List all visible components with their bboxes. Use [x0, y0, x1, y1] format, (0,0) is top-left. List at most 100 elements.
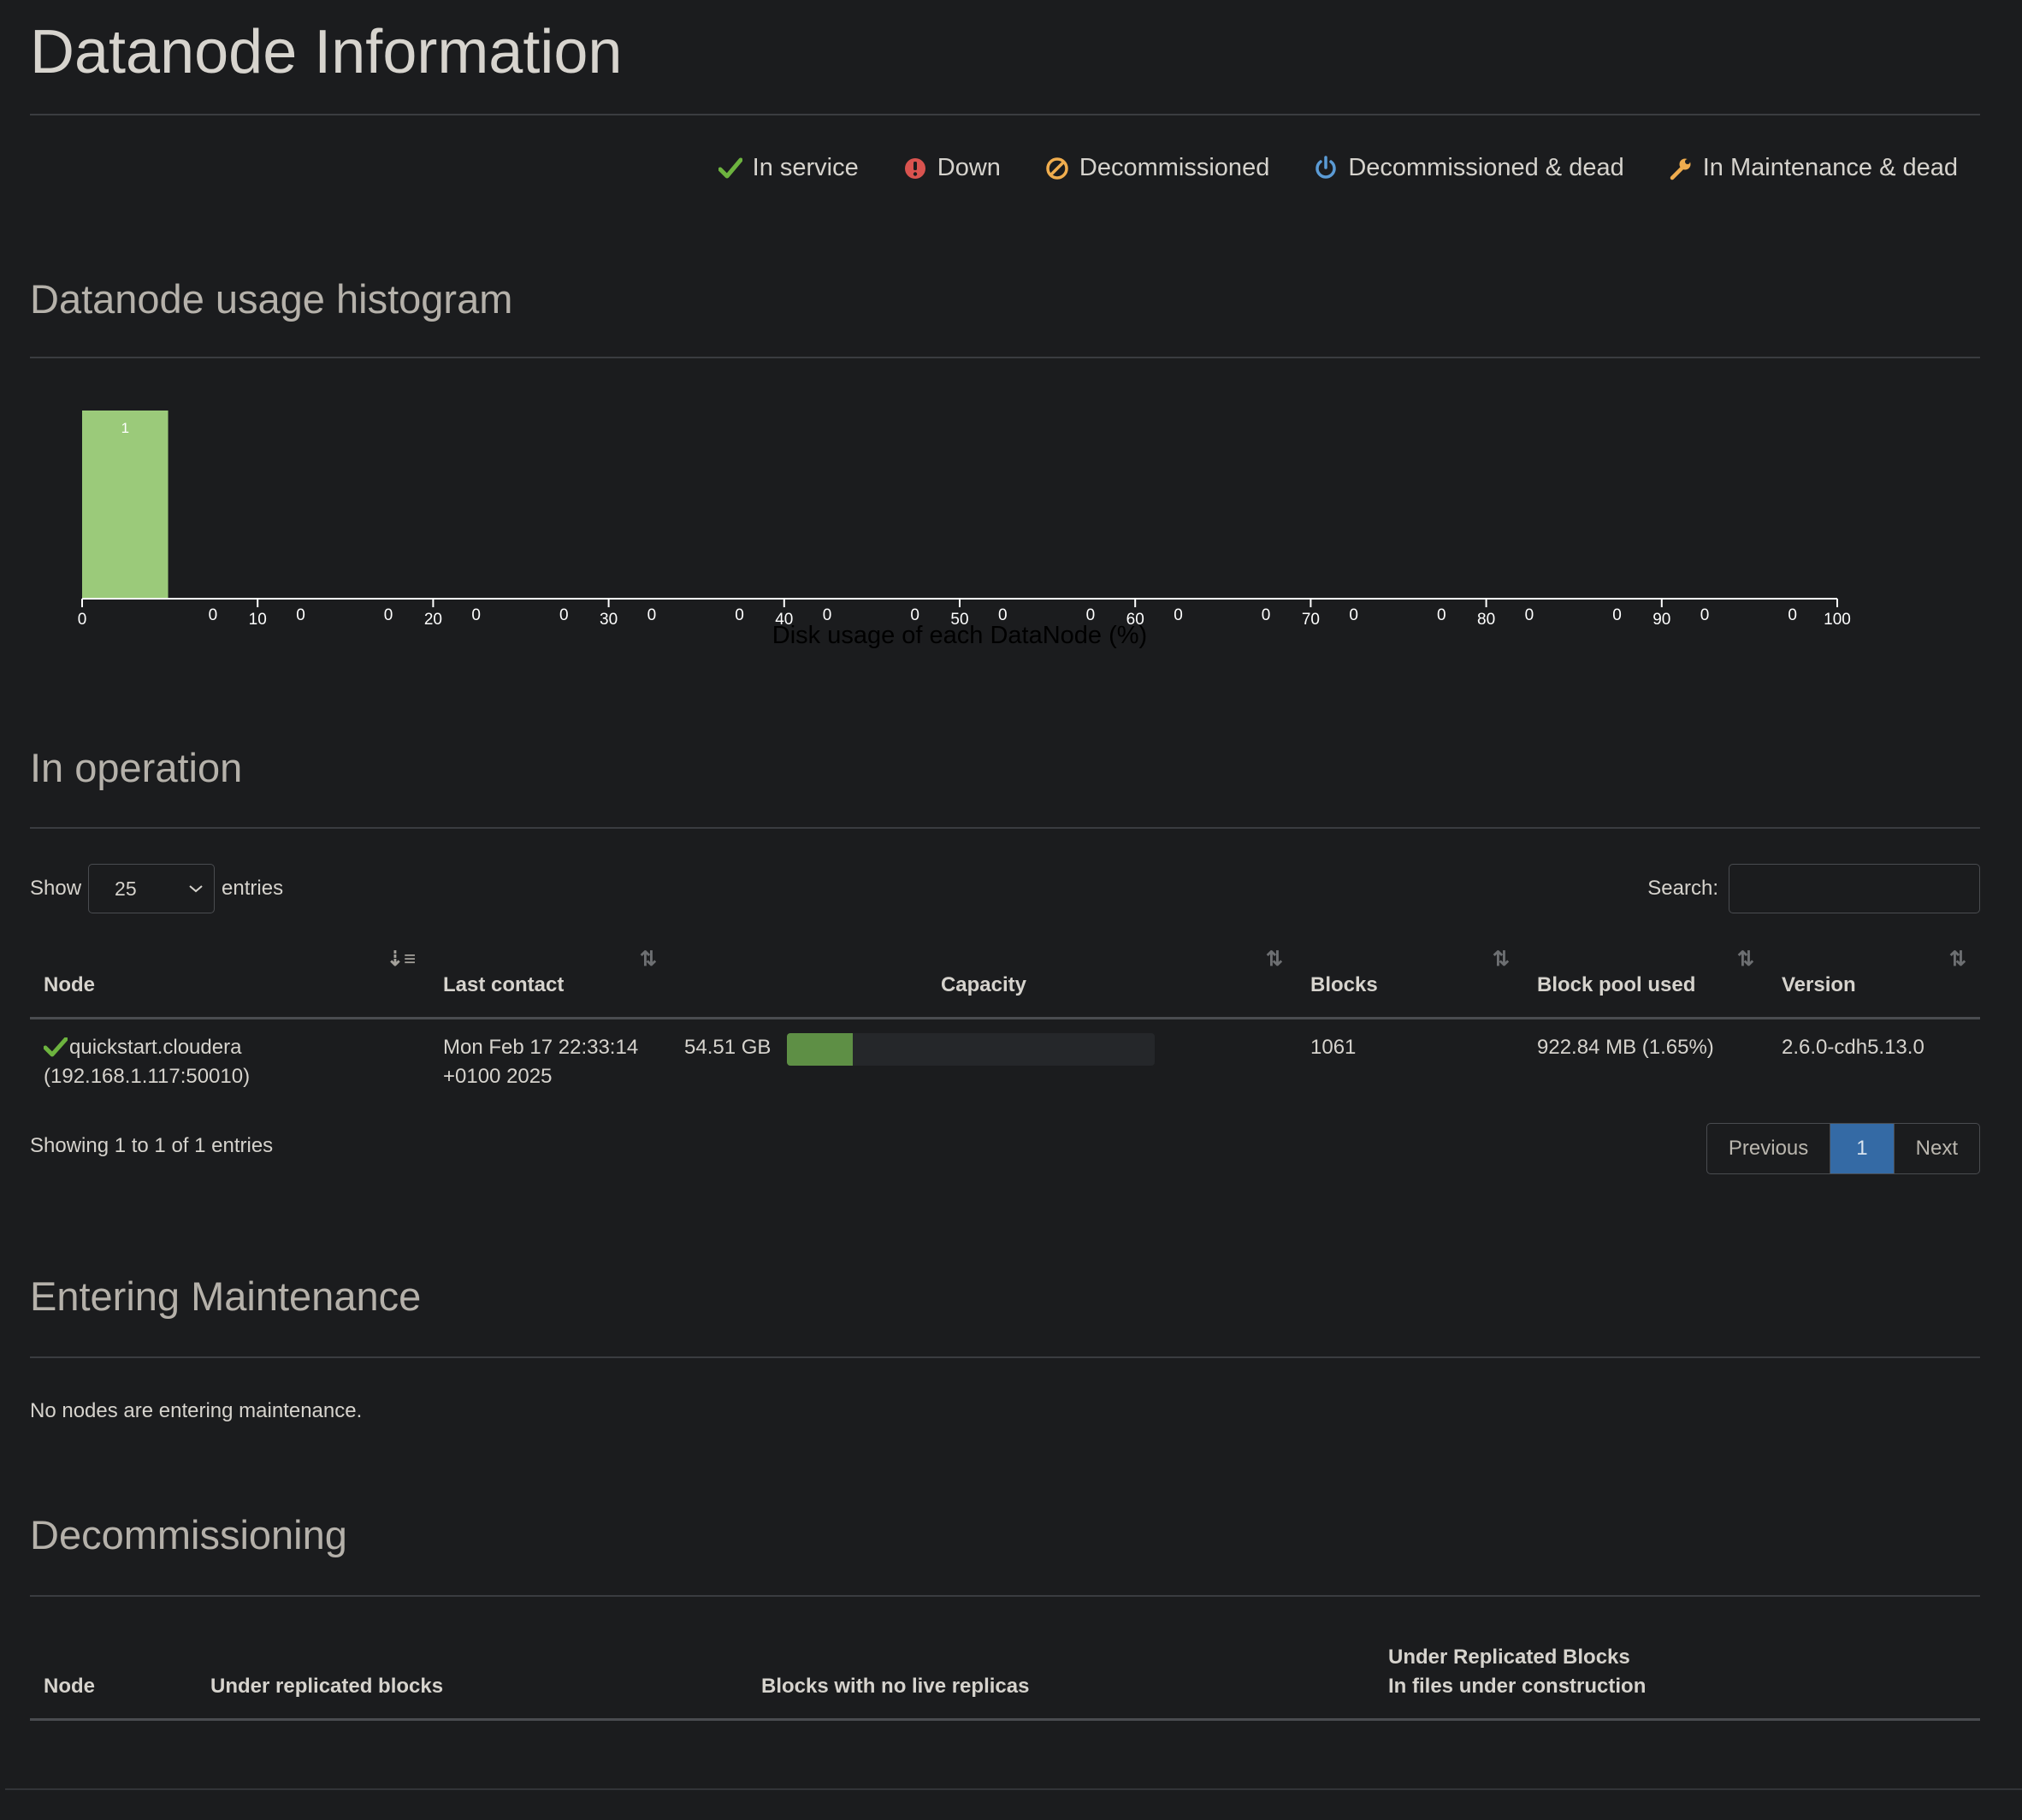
bar-value-label: 0: [1262, 606, 1271, 624]
legend-label: In service: [752, 154, 859, 181]
entries-label: entries: [222, 877, 284, 900]
column-last-contact[interactable]: Last contact ⇅: [429, 937, 671, 1019]
column-version[interactable]: Version ⇅: [1768, 937, 1980, 1019]
ban-icon: [1046, 157, 1068, 180]
x-tick-label: 10: [249, 611, 267, 629]
legend-label: Down: [937, 154, 1001, 181]
table-header-row: Node Under replicated blocks Blocks with…: [30, 1634, 1980, 1721]
decommissioning-title: Decommissioning: [30, 1512, 347, 1557]
table-header-row: Node ⇣≡ Last contact ⇅ Capacity ⇅ Blocks…: [30, 937, 1980, 1019]
legend-label: Decommissioned & dead: [1348, 154, 1624, 181]
bar-value-label: 0: [471, 606, 481, 624]
bar-value-label: 0: [1174, 606, 1183, 624]
last-contact-date: Mon Feb 17 22:33:14: [443, 1035, 639, 1059]
column-label: In files under construction: [1388, 1674, 1647, 1698]
column-under-replicated[interactable]: Under replicated blocks: [197, 1634, 748, 1721]
decommissioning-table: Node Under replicated blocks Blocks with…: [30, 1634, 1980, 1721]
bar-value-label: 0: [384, 606, 393, 624]
sort-icon: ⇅: [1948, 948, 1966, 971]
empty-state-message: No nodes are entering maintenance.: [30, 1399, 363, 1422]
column-label: Blocks: [1310, 972, 1378, 996]
x-tick-label: 100: [1824, 611, 1851, 629]
divider: [30, 1595, 1980, 1597]
histogram-title: Datanode usage histogram: [30, 276, 513, 322]
x-axis-label: Disk usage of each DataNode (%): [772, 622, 1147, 649]
bar-value-label: 0: [1525, 606, 1534, 624]
entering-maintenance-title: Entering Maintenance: [30, 1273, 422, 1319]
datanodes-table: Node ⇣≡ Last contact ⇅ Capacity ⇅ Blocks…: [30, 937, 1980, 1100]
legend-label: In Maintenance & dead: [1702, 154, 1958, 181]
divider: [30, 357, 1980, 358]
bar-value-label: 0: [1788, 606, 1797, 624]
column-blocks[interactable]: Blocks ⇅: [1297, 937, 1523, 1019]
page-size-select[interactable]: 25: [88, 864, 216, 913]
divider: [30, 827, 1980, 829]
previous-button[interactable]: Previous: [1707, 1124, 1831, 1173]
capacity-value: 54.51 GB: [684, 1035, 772, 1059]
search-label: Search:: [1647, 877, 1718, 900]
page-1-button[interactable]: 1: [1830, 1124, 1895, 1173]
legend-maintenance-dead: In Maintenance & dead: [1669, 154, 1958, 182]
check-icon: [718, 157, 742, 178]
capacity-bar: [787, 1032, 1155, 1066]
page-title: Datanode Information: [30, 18, 623, 86]
x-tick-label: 0: [78, 611, 87, 629]
exclamation-circle-icon: [904, 157, 925, 179]
column-under-construction[interactable]: Under Replicated Blocks In files under c…: [1375, 1634, 1980, 1721]
histogram-bar: [82, 411, 168, 599]
bar-value-label: 0: [647, 606, 657, 624]
next-button[interactable]: Next: [1895, 1124, 1979, 1173]
page-size-control: Show 25 entries: [30, 864, 283, 913]
divider: [30, 114, 1980, 115]
sort-asc-icon: ⇣≡: [386, 948, 416, 971]
divider: [30, 1356, 1980, 1358]
bar-value-label: 0: [209, 606, 218, 624]
legend-decommissioned-dead: Decommissioned & dead: [1314, 154, 1624, 182]
power-icon: [1315, 155, 1337, 179]
search-input[interactable]: [1729, 864, 1980, 913]
legend-label: Decommissioned: [1079, 154, 1270, 181]
status-legend: In service Down Decommissioned Decommiss…: [674, 154, 1958, 182]
column-capacity[interactable]: Capacity ⇅: [671, 937, 1297, 1019]
check-icon: [44, 1037, 68, 1056]
footer-divider: [5, 1788, 2022, 1790]
showing-info: Showing 1 to 1 of 1 entries: [30, 1134, 274, 1157]
search-control: Search:: [1647, 864, 1980, 913]
x-tick-label: 20: [424, 611, 442, 629]
x-tick-label: 90: [1652, 611, 1670, 629]
legend-decommissioned: Decommissioned: [1045, 154, 1269, 182]
column-label: Last contact: [443, 972, 565, 996]
capacity-bar-fill: [787, 1032, 854, 1066]
last-contact-tz: +0100 2025: [443, 1064, 553, 1088]
cell-version: 2.6.0-cdh5.13.0: [1782, 1035, 1924, 1059]
in-operation-title: In operation: [30, 745, 243, 790]
cell-capacity: 54.51 GB: [671, 1018, 1297, 1100]
column-label: Capacity: [940, 972, 1027, 996]
node-address: (192.168.1.117:50010): [44, 1064, 251, 1088]
chevron-down-icon: [189, 885, 203, 893]
page-size-value: 25: [115, 877, 137, 900]
x-tick-label: 30: [600, 611, 618, 629]
legend-down: Down: [903, 154, 1001, 182]
x-tick-label: 70: [1302, 611, 1320, 629]
bar-value-label: 0: [559, 606, 569, 624]
cell-blocks: 1061: [1310, 1035, 1357, 1059]
column-label: Version: [1782, 972, 1856, 996]
column-node[interactable]: Node ⇣≡: [30, 937, 429, 1019]
bar-value-label: 0: [1612, 606, 1622, 624]
column-node[interactable]: Node: [30, 1634, 197, 1721]
cell-last-contact: Mon Feb 17 22:33:14 +0100 2025: [429, 1018, 671, 1100]
node-name: quickstart.cloudera: [69, 1035, 242, 1059]
legend-in-service: In service: [718, 154, 859, 182]
bar-value-label: 0: [1700, 606, 1710, 624]
x-tick-label: 80: [1477, 611, 1495, 629]
bar-value-label: 0: [1349, 606, 1358, 624]
column-block-pool-used[interactable]: Block pool used ⇅: [1523, 937, 1768, 1019]
sort-icon: ⇅: [1265, 948, 1283, 971]
column-no-live-replicas[interactable]: Blocks with no live replicas: [748, 1634, 1375, 1721]
sort-icon: ⇅: [1736, 948, 1754, 971]
histogram-chart: 10 0 0 0 0 0 0 0 0 0 0 0 0 0 0 0 0 0 00 10 20 30 40 50 60 70 80 90 1…: [78, 411, 1851, 649]
cell-block-pool-used: 922.84 MB (1.65%): [1537, 1035, 1714, 1059]
bar-value-label: 0: [296, 606, 305, 624]
table-row: quickstart.cloudera (192.168.1.117:50010…: [30, 1018, 1980, 1100]
